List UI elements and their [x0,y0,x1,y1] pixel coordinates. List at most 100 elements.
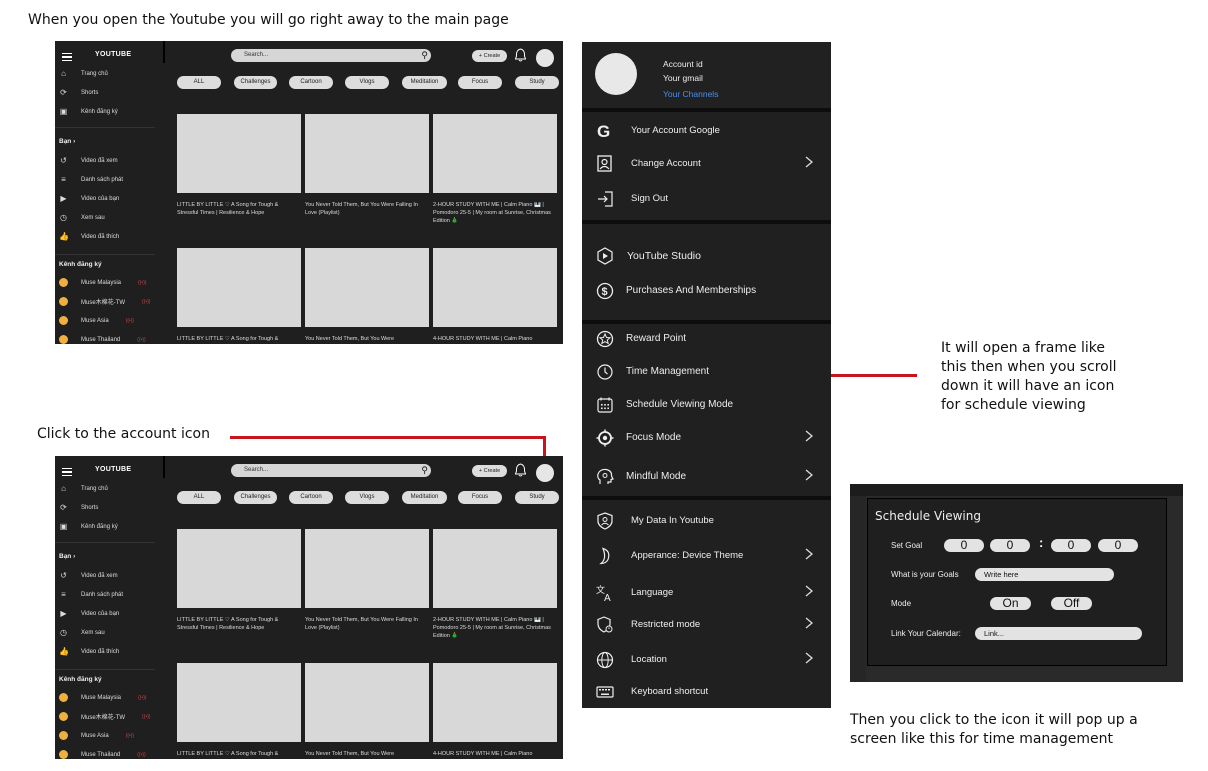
video-thumbnail[interactable] [433,663,557,742]
sidebar-item[interactable]: ⌂ Trang chủ [59,70,108,78]
bell-icon[interactable] [515,463,526,477]
filter-chip[interactable]: Cartoon [289,76,333,89]
sidebar-item[interactable]: ⟳ Shorts [59,89,98,97]
sidebar-item[interactable]: ⌂ Trang chủ [59,485,108,493]
search-input[interactable]: Search... ⚲ [231,464,431,477]
sidebar-item[interactable]: ≡ Danh sách phát [59,176,123,184]
sidebar-item[interactable]: ▶ Video của bạn [59,610,119,618]
channel-item[interactable]: Muse Thailand ((•)) [59,750,146,759]
account-avatar[interactable] [595,53,637,95]
menu-item-sign-out[interactable]: Sign Out [582,184,831,214]
menu-item-my-data[interactable]: My Data In Youtube [582,506,831,536]
sidebar-you-heading[interactable]: Bạn › [59,138,75,145]
sidebar-item[interactable]: ⟳ Shorts [59,504,98,512]
channel-item[interactable]: Muse Malaysia ((•)) [59,693,146,702]
filter-chip[interactable]: Challenges [234,491,277,504]
channel-item[interactable]: Muse木棉花-TW ((•)) [59,712,150,721]
video-thumbnail[interactable] [305,248,429,327]
menu-item-schedule-viewing[interactable]: Schedule Viewing Mode [582,390,831,420]
video-title[interactable]: You Never Told Them, But You Were Fallin… [305,201,429,217]
goal-minutes-ones[interactable]: 0 [1098,539,1138,552]
video-title[interactable]: 4-HOUR STUDY WITH ME | Calm Piano [433,335,557,343]
video-thumbnail[interactable] [177,529,301,608]
sidebar-item[interactable]: ▣ Kênh đăng ký [59,108,118,116]
menu-item-purchases[interactable]: $ Purchases And Memberships [582,276,831,306]
video-title[interactable]: LITTLE BY LITTLE ♡ A Song for Tough & St… [177,201,301,217]
video-title[interactable]: LITTLE BY LITTLE ♡ A Song for Tough & [177,335,301,343]
video-thumbnail[interactable] [305,663,429,742]
sidebar-item[interactable]: ↺ Video đã xem [59,572,117,580]
menu-item-focus-mode[interactable]: Focus Mode [582,423,831,453]
video-thumbnail[interactable] [433,248,557,327]
menu-item-appearance[interactable]: Apperance: Device Theme [582,541,831,571]
search-input[interactable]: Search... ⚲ [231,49,431,62]
channel-item[interactable]: Muse Asia ((•)) [59,316,134,325]
account-avatar[interactable] [536,49,554,67]
account-avatar[interactable] [536,464,554,482]
sidebar-item[interactable]: ▣ Kênh đăng ký [59,523,118,531]
filter-chip[interactable]: Focus [458,491,502,504]
menu-item-youtube-studio[interactable]: YouTube Studio [582,241,831,271]
mode-on-button[interactable]: On [990,597,1031,610]
goals-input[interactable]: Write here [975,568,1114,581]
channel-item[interactable]: Muse木棉花-TW ((•)) [59,297,150,306]
video-thumbnail[interactable] [305,529,429,608]
video-thumbnail[interactable] [305,114,429,193]
bell-icon[interactable] [515,48,526,62]
video-thumbnail[interactable] [177,663,301,742]
sidebar-item[interactable]: ◷ Xem sau [59,629,105,637]
video-thumbnail[interactable] [177,114,301,193]
menu-item-keyboard-shortcut[interactable]: Keyboard shortcut [582,677,831,707]
video-title[interactable]: LITTLE BY LITTLE ♡ A Song for Tough & St… [177,616,301,632]
video-thumbnail[interactable] [177,248,301,327]
search-icon[interactable]: ⚲ [421,50,428,61]
filter-chip[interactable]: Challenges [234,76,277,89]
sidebar-item[interactable]: 👍 Video đã thích [59,648,119,656]
search-icon[interactable]: ⚲ [421,465,428,476]
channel-item[interactable]: Muse Asia ((•)) [59,731,134,740]
goal-hours-tens[interactable]: 0 [944,539,984,552]
video-title[interactable]: LITTLE BY LITTLE ♡ A Song for Tough & [177,750,301,758]
video-title[interactable]: You Never Told Them, But You Were [305,335,429,343]
create-button[interactable]: + Create [472,50,507,62]
filter-chip[interactable]: Cartoon [289,491,333,504]
sidebar-item[interactable]: ▶ Video của bạn [59,195,119,203]
mode-off-button[interactable]: Off [1051,597,1092,610]
filter-chip[interactable]: Focus [458,76,502,89]
menu-item-mindful-mode[interactable]: Mindful Mode [582,462,831,492]
video-title[interactable]: You Never Told Them, But You Were Fallin… [305,616,429,632]
video-title[interactable]: 2-HOUR STUDY WITH ME | Calm Piano 🎹 | Po… [433,201,557,225]
menu-icon[interactable] [62,53,72,61]
menu-item-reward-point[interactable]: Reward Point [582,324,831,354]
filter-chip[interactable]: ALL [177,491,221,504]
filter-chip[interactable]: Meditation [402,76,447,89]
video-title[interactable]: You Never Told Them, But You Were [305,750,429,758]
video-title[interactable]: 4-HOUR STUDY WITH ME | Calm Piano [433,750,557,758]
goal-hours-ones[interactable]: 0 [990,539,1030,552]
filter-chip[interactable]: ALL [177,76,221,89]
menu-icon[interactable] [62,468,72,476]
menu-item-language[interactable]: 文A Language [582,578,831,608]
filter-chip[interactable]: Meditation [402,491,447,504]
channel-item[interactable]: Muse Malaysia ((•)) [59,278,146,287]
filter-chip[interactable]: Vlogs [345,491,389,504]
sidebar-item[interactable]: ◷ Xem sau [59,214,105,222]
create-button[interactable]: + Create [472,465,507,477]
menu-item-restricted-mode[interactable]: Restricted mode [582,610,831,640]
filter-chip[interactable]: Study [515,491,559,504]
sidebar-item[interactable]: 👍 Video đã thích [59,233,119,241]
sidebar-you-heading[interactable]: Bạn › [59,553,75,560]
channel-item[interactable]: Muse Thailand ((•)) [59,335,146,344]
filter-chip[interactable]: Study [515,76,559,89]
your-channels-link[interactable]: Your Channels [663,89,718,99]
video-title[interactable]: 2-HOUR STUDY WITH ME | Calm Piano 🎹 | Po… [433,616,557,640]
goal-minutes-tens[interactable]: 0 [1051,539,1091,552]
menu-item-change-account[interactable]: Change Account [582,149,831,179]
video-thumbnail[interactable] [433,114,557,193]
menu-item-time-management[interactable]: Time Management [582,357,831,387]
video-thumbnail[interactable] [433,529,557,608]
menu-item-account-google[interactable]: G Your Account Google [582,116,831,146]
filter-chip[interactable]: Vlogs [345,76,389,89]
sidebar-item[interactable]: ≡ Danh sách phát [59,591,123,599]
sidebar-item[interactable]: ↺ Video đã xem [59,157,117,165]
